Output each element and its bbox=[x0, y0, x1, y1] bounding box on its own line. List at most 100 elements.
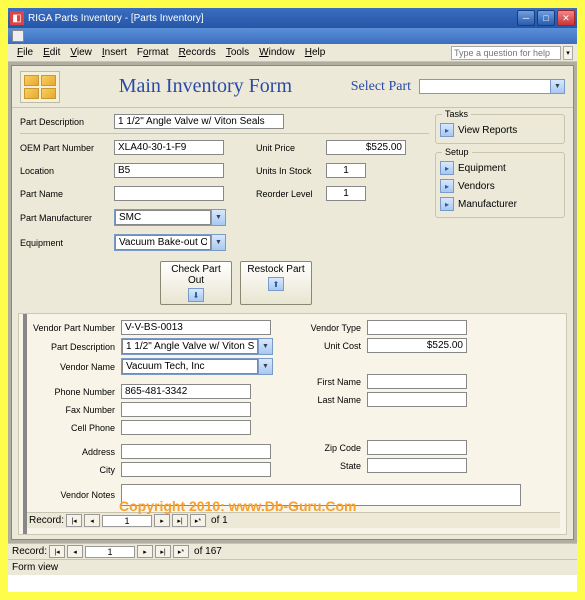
equipment-input[interactable] bbox=[115, 235, 211, 250]
oem-label: OEM Part Number bbox=[20, 143, 114, 153]
app-icon: ◧ bbox=[10, 11, 24, 25]
nav-next-button[interactable]: ▸ bbox=[154, 514, 170, 527]
equipment-combo[interactable]: ▼ bbox=[114, 234, 226, 251]
minimize-button[interactable]: ─ bbox=[517, 10, 535, 26]
menu-window[interactable]: Window bbox=[254, 47, 300, 58]
menu-format[interactable]: Format bbox=[132, 47, 174, 58]
vendor-name-input[interactable] bbox=[122, 359, 258, 374]
check-out-icon: ⬇ bbox=[188, 288, 204, 302]
chevron-down-icon[interactable]: ▼ bbox=[550, 80, 564, 93]
nav-first-button[interactable]: |◂ bbox=[66, 514, 82, 527]
nav-current-input[interactable] bbox=[85, 546, 135, 558]
vendor-part-desc-combo[interactable]: ▼ bbox=[121, 338, 273, 355]
check-part-out-button[interactable]: Check Part Out⬇ bbox=[160, 261, 232, 305]
setup-vendors-button[interactable]: ▸Vendors bbox=[440, 177, 560, 195]
select-part-input[interactable] bbox=[420, 80, 550, 93]
restock-part-button[interactable]: Restock Part⬆ bbox=[240, 261, 312, 305]
unit-cost-label: Unit Cost bbox=[297, 341, 367, 351]
first-name-input[interactable] bbox=[367, 374, 467, 389]
menu-help[interactable]: Help bbox=[300, 47, 331, 58]
nav-new-button[interactable]: ▸* bbox=[173, 545, 189, 558]
window-title: RIGA Parts Inventory - [Parts Inventory] bbox=[28, 13, 517, 24]
city-input[interactable] bbox=[121, 462, 271, 477]
title-bar: ◧ RIGA Parts Inventory - [Parts Inventor… bbox=[8, 8, 577, 28]
nav-current-input[interactable] bbox=[102, 515, 152, 527]
arrow-icon: ▸ bbox=[440, 197, 454, 211]
equipment-label: Equipment bbox=[20, 238, 114, 248]
status-bar: Form view bbox=[8, 559, 577, 575]
part-name-input[interactable] bbox=[114, 186, 224, 201]
phone-input[interactable] bbox=[121, 384, 251, 399]
vendor-type-input[interactable] bbox=[367, 320, 467, 335]
nav-new-button[interactable]: ▸* bbox=[190, 514, 206, 527]
menu-bar: File Edit View Insert Format Records Too… bbox=[8, 44, 577, 62]
mdi-title-bar bbox=[8, 28, 577, 44]
units-stock-input[interactable] bbox=[326, 163, 366, 178]
vendor-part-number-label: Vendor Part Number bbox=[25, 323, 121, 333]
chevron-down-icon[interactable]: ▼ bbox=[211, 235, 225, 250]
city-label: City bbox=[25, 465, 121, 475]
nav-first-button[interactable]: |◂ bbox=[49, 545, 65, 558]
cell-label: Cell Phone bbox=[25, 423, 121, 433]
chevron-down-icon[interactable]: ▼ bbox=[258, 339, 272, 354]
manufacturer-input[interactable] bbox=[115, 210, 211, 225]
part-description-input[interactable] bbox=[114, 114, 284, 129]
select-part-combo[interactable]: ▼ bbox=[419, 79, 565, 94]
oem-input[interactable] bbox=[114, 140, 224, 155]
setup-manufacturer-button[interactable]: ▸Manufacturer bbox=[440, 195, 560, 213]
address-input[interactable] bbox=[121, 444, 271, 459]
maximize-button[interactable]: □ bbox=[537, 10, 555, 26]
chevron-down-icon[interactable]: ▼ bbox=[211, 210, 225, 225]
help-dropdown-button[interactable]: ▾ bbox=[563, 46, 573, 60]
manufacturer-label: Part Manufacturer bbox=[20, 213, 114, 223]
reorder-label: Reorder Level bbox=[256, 189, 326, 199]
vendor-part-desc-label: Part Description bbox=[25, 342, 121, 352]
zip-input[interactable] bbox=[367, 440, 467, 455]
phone-label: Phone Number bbox=[25, 387, 121, 397]
vendor-part-number-input[interactable] bbox=[121, 320, 271, 335]
reorder-input[interactable] bbox=[326, 186, 366, 201]
vendor-subform: Vendor Part Number Part Description ▼ Ven… bbox=[18, 313, 567, 535]
switchboard-icon[interactable] bbox=[20, 71, 60, 103]
unit-price-input[interactable] bbox=[326, 140, 406, 155]
cell-input[interactable] bbox=[121, 420, 251, 435]
last-name-label: Last Name bbox=[297, 395, 367, 405]
nav-last-button[interactable]: ▸| bbox=[155, 545, 171, 558]
close-button[interactable]: ✕ bbox=[557, 10, 575, 26]
unit-cost-input[interactable] bbox=[367, 338, 467, 353]
menu-records[interactable]: Records bbox=[174, 47, 221, 58]
location-input[interactable] bbox=[114, 163, 224, 178]
zip-label: Zip Code bbox=[297, 443, 367, 453]
arrow-icon: ▸ bbox=[440, 179, 454, 193]
manufacturer-combo[interactable]: ▼ bbox=[114, 209, 226, 226]
menu-file[interactable]: File bbox=[12, 47, 38, 58]
chevron-down-icon[interactable]: ▼ bbox=[258, 359, 272, 374]
watermark-text: Copyright 2010: www.Db-Guru.Com bbox=[119, 498, 357, 514]
last-name-input[interactable] bbox=[367, 392, 467, 407]
restock-icon: ⬆ bbox=[268, 277, 284, 291]
part-name-label: Part Name bbox=[20, 189, 114, 199]
tasks-title: Tasks bbox=[442, 109, 471, 119]
nav-prev-button[interactable]: ◂ bbox=[84, 514, 100, 527]
nav-next-button[interactable]: ▸ bbox=[137, 545, 153, 558]
help-search-input[interactable] bbox=[451, 46, 561, 60]
nav-prev-button[interactable]: ◂ bbox=[67, 545, 83, 558]
vendor-notes-label: Vendor Notes bbox=[25, 490, 121, 500]
mdi-system-icon[interactable] bbox=[12, 30, 24, 42]
menu-tools[interactable]: Tools bbox=[221, 47, 254, 58]
state-input[interactable] bbox=[367, 458, 467, 473]
arrow-icon: ▸ bbox=[440, 161, 454, 175]
nav-last-button[interactable]: ▸| bbox=[172, 514, 188, 527]
vendor-name-combo[interactable]: ▼ bbox=[121, 358, 273, 375]
menu-view[interactable]: View bbox=[65, 47, 97, 58]
menu-insert[interactable]: Insert bbox=[97, 47, 132, 58]
vendor-part-desc-input[interactable] bbox=[122, 339, 258, 354]
menu-edit[interactable]: Edit bbox=[38, 47, 65, 58]
location-label: Location bbox=[20, 166, 114, 176]
view-reports-button[interactable]: ▸View Reports bbox=[440, 121, 560, 139]
status-text: Form view bbox=[12, 562, 58, 573]
fax-input[interactable] bbox=[121, 402, 251, 417]
setup-equipment-button[interactable]: ▸Equipment bbox=[440, 159, 560, 177]
address-label: Address bbox=[25, 447, 121, 457]
unit-price-label: Unit Price bbox=[256, 143, 326, 153]
